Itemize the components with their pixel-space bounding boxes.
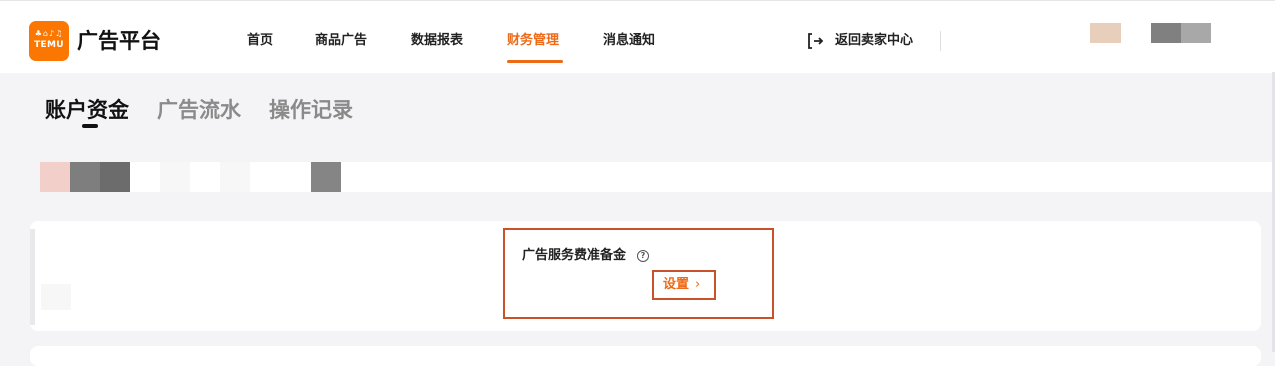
set-reserve-button[interactable]: 设置 › xyxy=(652,270,716,300)
top-navigation-bar: ♣⌂♪♫ TEMU 广告平台 首页 商品广告 数据报表 财务管理 消息通知 返回… xyxy=(0,0,1275,73)
logo-text: TEMU xyxy=(34,40,64,50)
tab-active-indicator xyxy=(82,124,98,128)
redacted-block xyxy=(41,284,71,310)
nav-active-indicator xyxy=(507,60,563,63)
nav-item-finance[interactable]: 财务管理 xyxy=(507,31,559,51)
redacted-block xyxy=(70,162,100,192)
reserve-highlight-box xyxy=(503,228,774,319)
tab-ad-transactions[interactable]: 广告流水 xyxy=(157,95,241,125)
back-to-seller-center-label: 返回卖家中心 xyxy=(835,33,914,48)
account-name-redacted[interactable] xyxy=(1151,23,1181,43)
header-divider xyxy=(940,31,941,51)
nav-item-product-ads[interactable]: 商品广告 xyxy=(315,31,367,51)
set-button-label: 设置 xyxy=(663,277,690,292)
next-card xyxy=(30,346,1261,366)
redacted-block xyxy=(220,162,250,192)
redacted-block xyxy=(40,162,70,192)
redacted-block xyxy=(100,162,130,192)
platform-name: 广告平台 xyxy=(77,29,161,53)
chevron-right-icon: › xyxy=(695,277,701,292)
account-summary-strip xyxy=(40,162,1275,192)
nav-item-data-reports[interactable]: 数据报表 xyxy=(411,31,463,51)
logo-glyphs: ♣⌂♪♫ xyxy=(34,29,64,38)
redacted-block xyxy=(160,162,190,192)
account-avatar-redacted[interactable] xyxy=(1090,23,1121,43)
reserve-label: 广告服务费准备金 xyxy=(522,248,627,263)
nav-item-home[interactable]: 首页 xyxy=(247,31,273,51)
tab-operation-records[interactable]: 操作记录 xyxy=(269,95,353,125)
card-left-edge xyxy=(30,229,35,325)
nav-item-notifications[interactable]: 消息通知 xyxy=(603,31,655,51)
redacted-block xyxy=(311,162,341,192)
exit-icon xyxy=(808,33,824,49)
account-name-redacted-2 xyxy=(1181,23,1211,43)
tab-account-funds[interactable]: 账户资金 xyxy=(45,95,129,125)
question-circle-icon[interactable]: ? xyxy=(637,250,649,262)
temu-logo[interactable]: ♣⌂♪♫ TEMU xyxy=(29,21,69,61)
